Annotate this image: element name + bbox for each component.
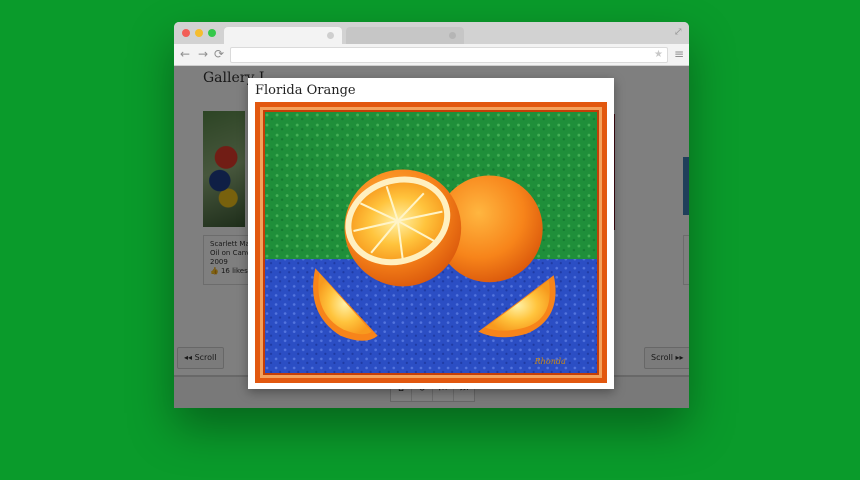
minimize-window-button[interactable] — [195, 29, 203, 37]
painting-signature: Rhonda — [534, 357, 566, 366]
tab-active[interactable] — [224, 27, 342, 44]
forward-arrow-icon[interactable]: → — [198, 46, 208, 62]
menu-icon[interactable]: ≡ — [674, 46, 684, 62]
close-tab-icon[interactable] — [449, 32, 456, 39]
expand-icon[interactable]: ⤢ — [674, 25, 683, 38]
painting-image: Rhonda — [263, 110, 599, 375]
reload-icon[interactable]: ⟳ — [214, 46, 224, 62]
back-arrow-icon[interactable]: ← — [180, 46, 190, 62]
bookmark-star-icon[interactable]: ★ — [654, 48, 663, 62]
close-tab-icon[interactable] — [327, 32, 334, 39]
address-bar[interactable]: ★ — [230, 47, 668, 63]
title-bar: ⤢ — [174, 22, 689, 44]
modal-title: Florida Orange — [255, 83, 356, 98]
close-window-button[interactable] — [182, 29, 190, 37]
zoom-window-button[interactable] — [208, 29, 216, 37]
tab-inactive[interactable] — [346, 27, 464, 44]
painting-frame: Rhonda — [255, 102, 607, 383]
lightbox-modal: Florida Orange Rhonda — [248, 78, 614, 389]
painting-illustration: Rhonda — [265, 112, 597, 373]
browser-toolbar: ← → ⟳ ★ ≡ — [174, 44, 689, 66]
